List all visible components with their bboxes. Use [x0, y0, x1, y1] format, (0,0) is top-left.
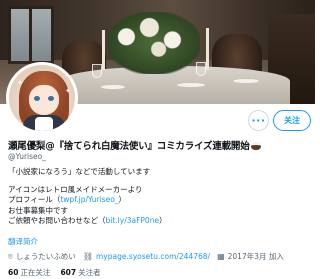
avatar-eye [34, 96, 40, 101]
contact-link[interactable]: bit.ly/3aFP0ne [106, 216, 160, 225]
bio-line: 「小説家になろう」などで活動しています [8, 167, 151, 176]
bio-line: アイコンはレトロ風メイドメーカーより [8, 184, 143, 194]
sparkle-icon: ✦ [17, 79, 23, 87]
join-date: ▦ 2017年3月 加入 [217, 251, 284, 262]
sparkle-icon: ✦ [65, 87, 71, 95]
location-pin-icon: ⌾ [8, 251, 13, 261]
banner-window [8, 6, 54, 64]
banner-candle [206, 28, 209, 70]
profile-meta: ⌾ しょうたいふめい ⛓ mypage.syosetu.com/244768/ … [8, 251, 291, 262]
more-button[interactable]: ··· [248, 110, 269, 131]
more-icon: ··· [251, 114, 266, 127]
user-handle: @Yuriseo_ [8, 152, 47, 161]
follow-button-label: 关注 [284, 116, 300, 125]
following-count: 60 [8, 268, 19, 277]
link-icon: ⛓ [82, 252, 93, 261]
bio-line: ご依頼やお問い合わせなど（bit.ly/3aFP0ne） [8, 216, 167, 227]
avatar[interactable]: ✦ ✦ [6, 62, 78, 134]
banner-plate [232, 78, 260, 84]
bio-text: ） [159, 216, 167, 225]
banner-glass [92, 64, 102, 78]
bio-text: プロフィール（ [8, 195, 61, 204]
bio-text: ） [118, 195, 127, 204]
bio-line: プロフィール（twpf.jp/Yuriseo_） [8, 195, 167, 206]
following-stat[interactable]: 60 正在关注 [8, 268, 60, 277]
coffee-icon [250, 142, 261, 150]
banner-plate [100, 84, 126, 90]
banner-flowers [108, 12, 200, 74]
bio-text: ご依頼やお問い合わせなど（ [8, 216, 106, 225]
follow-button[interactable]: 关注 [273, 110, 311, 131]
calendar-icon: ▦ [217, 252, 225, 261]
display-name: 瀬尾優梨@『捨てられ白魔法使い』コミカライズ連載開始 [8, 138, 261, 152]
join-date-text: 2017年3月 加入 [227, 252, 284, 261]
followers-label: 关注者 [78, 268, 101, 277]
avatar-face [29, 85, 59, 115]
location: ⌾ しょうたいふめい [8, 251, 76, 262]
translate-bio-link[interactable]: 翻译简介 [8, 236, 38, 247]
followers-count: 607 [60, 268, 77, 277]
banner-glass [196, 62, 206, 76]
bio-line: お仕事募集中です [8, 205, 68, 215]
display-name-text: 瀬尾優梨@『捨てられ白魔法使い』コミカライズ連載開始 [8, 141, 250, 152]
profile-bio: 「小説家になろう」などで活動しています アイコンはレトロ風メイドメーカーより プ… [8, 167, 167, 227]
banner-plate [176, 82, 206, 88]
followers-stat[interactable]: 607 关注者 [60, 268, 110, 277]
website-link[interactable]: mypage.syosetu.com/244768/ [96, 252, 210, 261]
profile-link[interactable]: twpf.jp/Yuriseo_ [60, 195, 118, 204]
following-label: 正在关注 [20, 268, 51, 277]
follow-stats: 60 正在关注 607 关注者 [8, 267, 111, 278]
location-text: しょうたいふめい [15, 252, 76, 261]
banner-candle [102, 30, 105, 70]
avatar-apron [35, 117, 53, 131]
avatar-eye [48, 96, 54, 101]
website: ⛓ mypage.syosetu.com/244768/ [83, 252, 210, 261]
